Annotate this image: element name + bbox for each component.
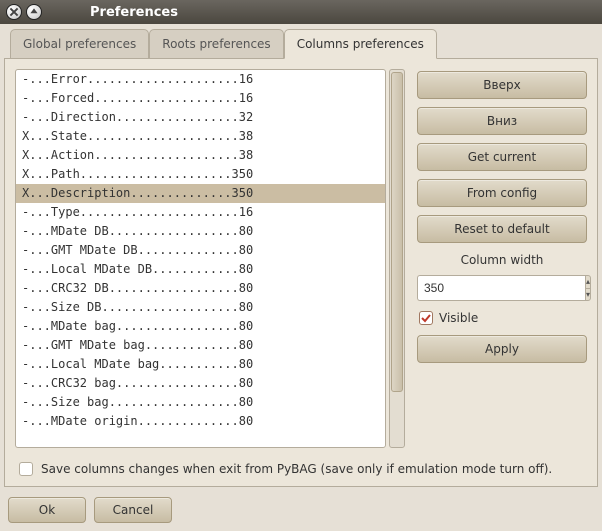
list-item[interactable]: X...Action....................38 [16, 146, 385, 165]
tab-global[interactable]: Global preferences [10, 29, 149, 59]
scrollbar-thumb[interactable] [391, 72, 403, 392]
list-item[interactable]: -...CRC32 bag.................80 [16, 374, 385, 393]
list-item[interactable]: -...Direction.................32 [16, 108, 385, 127]
column-width-spinbox[interactable]: ▴ ▾ [417, 275, 587, 301]
list-item[interactable]: -...MDate bag.................80 [16, 317, 385, 336]
tab-content-columns: -...Error.....................16-...Forc… [4, 59, 598, 487]
columns-list-wrap: -...Error.....................16-...Forc… [15, 69, 405, 448]
list-item[interactable]: -...Local MDate bag...........80 [16, 355, 385, 374]
list-item[interactable]: -...MDate DB..................80 [16, 222, 385, 241]
save-on-exit-label: Save columns changes when exit from PyBA… [41, 462, 552, 476]
tabs: Global preferences Roots preferences Col… [4, 28, 598, 59]
columns-list[interactable]: -...Error.....................16-...Forc… [15, 69, 386, 448]
down-button[interactable]: Вниз [417, 107, 587, 135]
list-item[interactable]: -...Size DB...................80 [16, 298, 385, 317]
list-item[interactable]: -...MDate origin..............80 [16, 412, 385, 431]
window-body: Global preferences Roots preferences Col… [0, 24, 602, 531]
visible-label: Visible [439, 311, 478, 325]
reset-default-button[interactable]: Reset to default [417, 215, 587, 243]
ok-button[interactable]: Ok [8, 497, 86, 523]
spin-up-icon[interactable]: ▴ [586, 276, 590, 289]
window-title: Preferences [90, 5, 178, 20]
list-item[interactable]: X...Description..............350 [16, 184, 385, 203]
close-icon[interactable] [6, 4, 22, 20]
list-item[interactable]: -...Size bag..................80 [16, 393, 385, 412]
titlebar: Preferences [0, 0, 602, 24]
get-current-button[interactable]: Get current [417, 143, 587, 171]
dialog-buttons: Ok Cancel [4, 487, 598, 523]
apply-button[interactable]: Apply [417, 335, 587, 363]
list-item[interactable]: -...Type......................16 [16, 203, 385, 222]
from-config-button[interactable]: From config [417, 179, 587, 207]
list-item[interactable]: -...GMT MDate DB..............80 [16, 241, 385, 260]
save-on-exit-row[interactable]: Save columns changes when exit from PyBA… [15, 448, 587, 476]
list-item[interactable]: -...Local MDate DB............80 [16, 260, 385, 279]
tab-columns[interactable]: Columns preferences [284, 29, 437, 59]
list-item[interactable]: -...Forced....................16 [16, 89, 385, 108]
save-on-exit-checkbox[interactable] [19, 462, 33, 476]
scrollbar[interactable] [389, 69, 405, 448]
visible-checkbox-row[interactable]: Visible [417, 309, 587, 327]
side-panel: Вверх Вниз Get current From config Reset… [417, 69, 587, 448]
column-width-label: Column width [417, 251, 587, 267]
list-item[interactable]: -...CRC32 DB..................80 [16, 279, 385, 298]
list-item[interactable]: -...GMT MDate bag.............80 [16, 336, 385, 355]
cancel-button[interactable]: Cancel [94, 497, 172, 523]
list-item[interactable]: -...Error.....................16 [16, 70, 385, 89]
list-item[interactable]: X...Path.....................350 [16, 165, 385, 184]
column-width-input[interactable] [417, 275, 585, 301]
up-button[interactable]: Вверх [417, 71, 587, 99]
expand-icon[interactable] [26, 4, 42, 20]
spin-down-icon[interactable]: ▾ [586, 289, 590, 301]
visible-checkbox[interactable] [419, 311, 433, 325]
tab-roots[interactable]: Roots preferences [149, 29, 283, 59]
list-item[interactable]: X...State.....................38 [16, 127, 385, 146]
